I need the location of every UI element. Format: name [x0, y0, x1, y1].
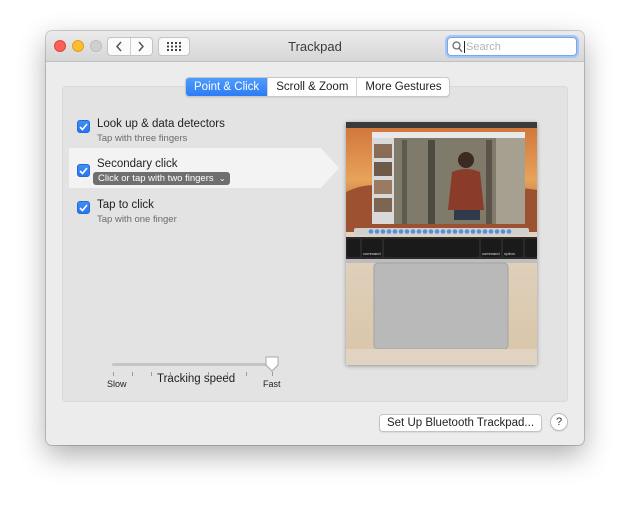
tab-point-click[interactable]: Point & Click: [186, 78, 268, 96]
option-title: Look up & data detectors: [97, 118, 225, 130]
fast-label: Fast: [263, 379, 281, 389]
chevron-down-icon: ⌄: [218, 174, 226, 183]
help-button[interactable]: ?: [550, 413, 568, 431]
setup-bluetooth-trackpad-button[interactable]: Set Up Bluetooth Trackpad...: [379, 414, 542, 432]
left-command-key: command: [363, 251, 381, 256]
slider-tick: [132, 372, 133, 376]
option-subtitle: Tap with three fingers: [97, 133, 188, 144]
slow-label: Slow: [107, 379, 127, 389]
popup-value: Click or tap with two fingers: [98, 173, 214, 184]
slider-tick: [227, 372, 228, 376]
search-placeholder: Search: [466, 41, 501, 53]
magnifier-icon: [452, 41, 463, 53]
slider-tick: [272, 372, 273, 376]
slider-tick: [151, 372, 152, 376]
tracking-speed-thumb[interactable]: [265, 356, 279, 372]
secondary-click-checkbox[interactable]: [77, 164, 90, 177]
right-option-key: option: [504, 251, 515, 256]
text-caret: [464, 41, 465, 53]
tab-scroll-zoom[interactable]: Scroll & Zoom: [267, 78, 356, 96]
option-title: Tap to click: [97, 199, 154, 211]
checkmark-icon: [79, 166, 88, 175]
option-subtitle: Tap with one finger: [97, 214, 177, 225]
search-field[interactable]: Search: [447, 37, 577, 56]
slider-tick: [208, 372, 209, 376]
checkmark-icon: [79, 122, 88, 131]
tap-to-click-checkbox[interactable]: [77, 201, 90, 214]
tracking-speed-track[interactable]: [112, 363, 272, 366]
trackpad-window: Trackpad Search Point & Click Scroll & Z…: [46, 31, 584, 445]
checkmark-icon: [79, 203, 88, 212]
look-up-checkbox[interactable]: [77, 120, 90, 133]
slider-tick: [189, 372, 190, 376]
gesture-preview: command command option: [346, 122, 537, 365]
tab-more-gestures[interactable]: More Gestures: [356, 78, 449, 96]
tracking-speed-label: Tracking speed: [157, 373, 236, 385]
titlebar: Trackpad Search: [46, 31, 584, 62]
tab-bar: Point & Click Scroll & Zoom More Gesture…: [185, 77, 451, 97]
highlight-pointer: [321, 148, 339, 188]
slider-tick: [246, 372, 247, 376]
slider-tick: [170, 372, 171, 376]
option-title: Secondary click: [97, 158, 178, 170]
slider-tick: [113, 372, 114, 376]
right-command-key: command: [482, 251, 500, 256]
secondary-click-popup[interactable]: Click or tap with two fingers ⌄: [93, 172, 230, 185]
